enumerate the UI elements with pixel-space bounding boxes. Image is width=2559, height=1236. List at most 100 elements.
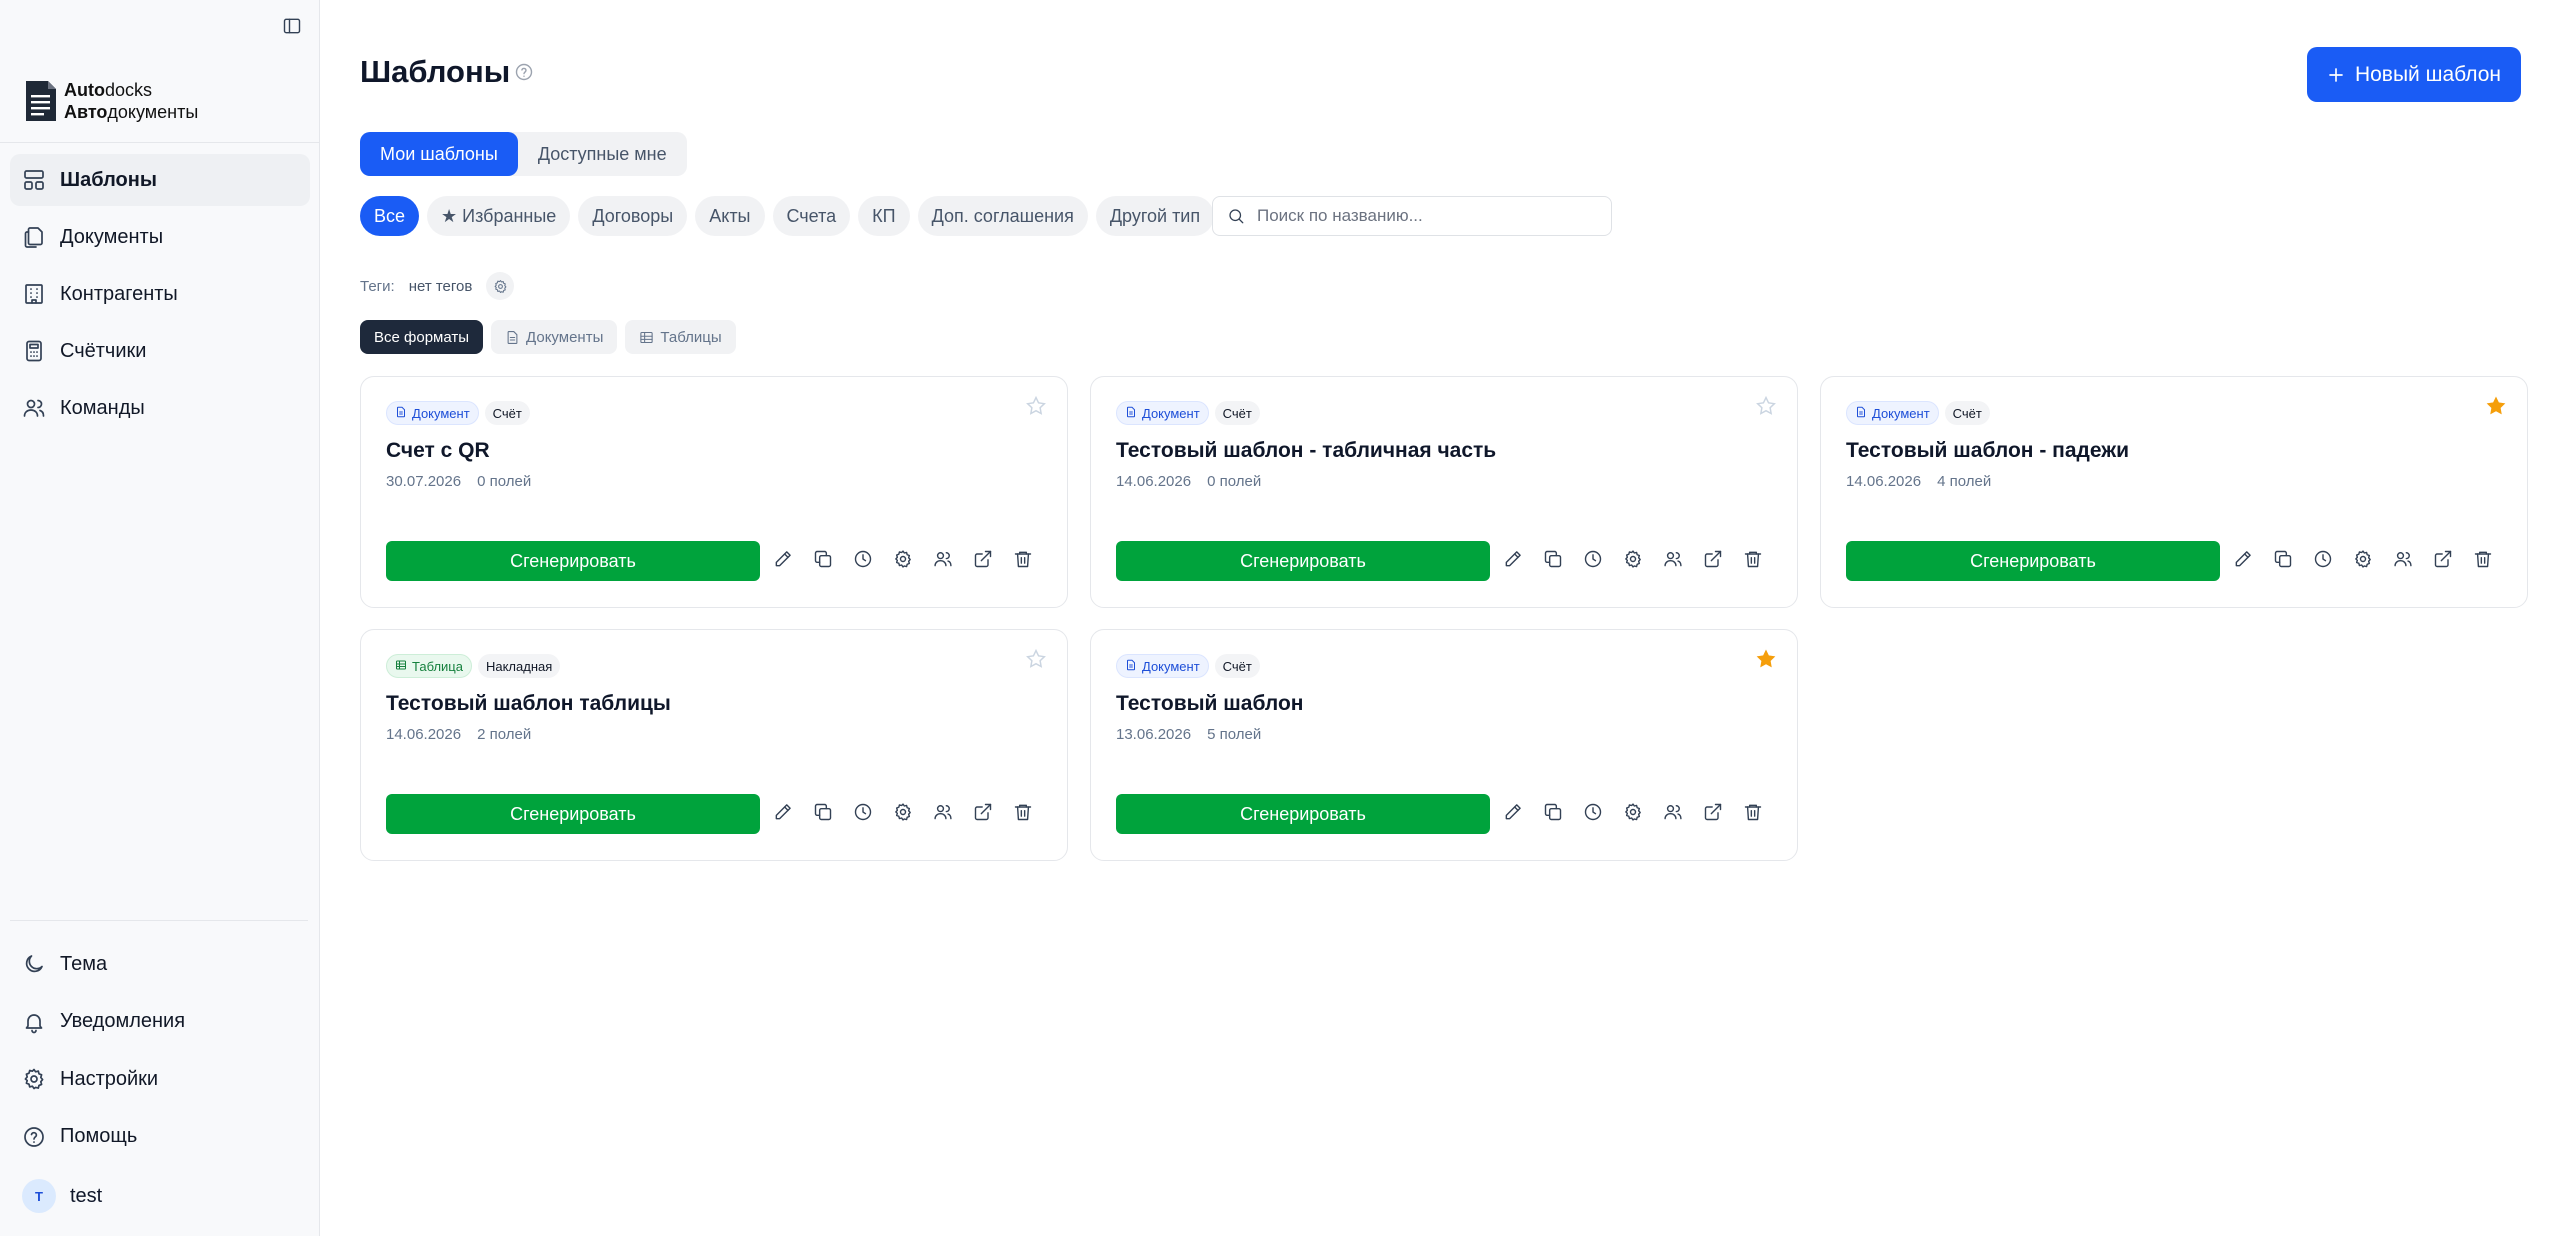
generate-button[interactable]: Сгенерировать xyxy=(1846,541,2220,581)
share-button[interactable] xyxy=(1662,801,1684,823)
tags-label: Теги: xyxy=(360,277,395,295)
format-label: Таблицы xyxy=(660,328,722,346)
nav-item-notifications[interactable]: Уведомления xyxy=(10,996,310,1048)
duplicate-button[interactable] xyxy=(2272,548,2294,570)
duplicate-button[interactable] xyxy=(1542,801,1564,823)
help-circle-icon[interactable] xyxy=(514,62,534,82)
tags-settings-button[interactable] xyxy=(486,272,515,300)
format-documents[interactable]: Документы xyxy=(491,320,618,354)
duplicate-button[interactable] xyxy=(812,548,834,570)
share-button[interactable] xyxy=(2392,548,2414,570)
type-badge: Счёт xyxy=(1214,654,1260,678)
settings-button[interactable] xyxy=(1622,548,1644,570)
share-button[interactable] xyxy=(932,548,954,570)
history-button[interactable] xyxy=(1582,801,1604,823)
card-fields-count: 0 полей xyxy=(477,473,532,490)
nav-item-templates[interactable]: Шаблоны xyxy=(10,154,310,206)
trash-icon xyxy=(2474,551,2492,568)
template-card[interactable]: Документ Счёт Тестовый шаблон - таблична… xyxy=(1090,376,1798,608)
filter-invoices[interactable]: Счета xyxy=(772,196,851,236)
generate-button[interactable]: Сгенерировать xyxy=(386,541,760,581)
card-badges: Документ Счёт xyxy=(1116,401,1260,425)
clock-icon xyxy=(1584,550,1602,568)
generate-button[interactable]: Сгенерировать xyxy=(386,794,760,834)
edit-button[interactable] xyxy=(2232,548,2254,570)
star-filled-icon[interactable] xyxy=(2485,395,2507,417)
app-logo[interactable]: Autodocks Автодокументы xyxy=(24,76,198,126)
settings-button[interactable] xyxy=(1622,801,1644,823)
nav-item-help[interactable]: Помощь xyxy=(10,1111,310,1163)
open-external-button[interactable] xyxy=(972,548,994,570)
duplicate-button[interactable] xyxy=(812,801,834,823)
nav-item-theme[interactable]: Тема xyxy=(10,938,310,990)
card-title: Тестовый шаблон таблицы xyxy=(386,692,671,715)
edit-button[interactable] xyxy=(772,548,794,570)
duplicate-button[interactable] xyxy=(1542,548,1564,570)
nav-label: Команды xyxy=(60,396,145,419)
edit-button[interactable] xyxy=(772,801,794,823)
history-button[interactable] xyxy=(2312,548,2334,570)
history-button[interactable] xyxy=(1582,548,1604,570)
card-date: 13.06.2026 xyxy=(1116,726,1192,743)
nav-label: Помощь xyxy=(60,1125,138,1147)
format-tables[interactable]: Таблицы xyxy=(625,320,736,354)
gear-icon xyxy=(1625,550,1641,568)
template-card[interactable]: Документ Счёт Счет с QR 30.07.2026 0 пол… xyxy=(360,376,1068,608)
nav-item-counterparties[interactable]: Контрагенты xyxy=(10,268,310,320)
search-icon xyxy=(1229,209,1244,224)
template-card[interactable]: Документ Счёт Тестовый шаблон 13.06.2026… xyxy=(1090,629,1798,861)
card-fields-count: 0 полей xyxy=(1207,473,1262,490)
star-icon[interactable] xyxy=(1025,648,1047,670)
nav-item-settings[interactable]: Настройки xyxy=(10,1053,310,1105)
template-card[interactable]: Таблица Накладная Тестовый шаблон таблиц… xyxy=(360,629,1068,861)
gear-icon xyxy=(24,1068,44,1090)
filter-all[interactable]: Все xyxy=(360,196,420,236)
history-button[interactable] xyxy=(852,548,874,570)
filter-other[interactable]: Другой тип xyxy=(1095,196,1215,236)
delete-button[interactable] xyxy=(1742,801,1764,823)
trash-icon xyxy=(1014,804,1032,821)
filter-acts[interactable]: Акты xyxy=(695,196,765,236)
delete-button[interactable] xyxy=(1012,548,1034,570)
delete-button[interactable] xyxy=(1742,548,1764,570)
settings-button[interactable] xyxy=(892,801,914,823)
open-external-button[interactable] xyxy=(1702,548,1724,570)
type-badge: Накладная xyxy=(477,654,561,678)
edit-button[interactable] xyxy=(1502,801,1524,823)
generate-button[interactable]: Сгенерировать xyxy=(1116,794,1490,834)
edit-button[interactable] xyxy=(1502,548,1524,570)
format-badge-label: Документ xyxy=(412,405,470,421)
star-filled-icon[interactable] xyxy=(1755,648,1777,670)
filter-contracts[interactable]: Договоры xyxy=(578,196,688,236)
format-all[interactable]: Все форматы xyxy=(360,320,484,354)
new-template-button[interactable]: Новый шаблон xyxy=(2306,47,2521,102)
tab-my-templates[interactable]: Мои шаблоны xyxy=(360,132,518,176)
format-label: Документы xyxy=(526,328,604,346)
nav-label: Документы xyxy=(60,225,164,248)
delete-button[interactable] xyxy=(1012,801,1034,823)
share-button[interactable] xyxy=(1662,548,1684,570)
open-external-button[interactable] xyxy=(972,801,994,823)
sidebar-toggle-icon[interactable] xyxy=(280,14,304,38)
search-input[interactable] xyxy=(1257,206,1597,226)
user-menu[interactable]: T test xyxy=(22,1179,102,1213)
filter-offers[interactable]: КП xyxy=(858,196,910,236)
filter-supplements[interactable]: Доп. соглашения xyxy=(917,196,1088,236)
nav-item-counters[interactable]: Счётчики xyxy=(10,325,310,377)
template-card[interactable]: Документ Счёт Тестовый шаблон - падежи 1… xyxy=(1820,376,2528,608)
history-button[interactable] xyxy=(852,801,874,823)
settings-button[interactable] xyxy=(2352,548,2374,570)
nav-item-documents[interactable]: Документы xyxy=(10,211,310,263)
settings-button[interactable] xyxy=(892,548,914,570)
star-icon[interactable] xyxy=(1025,395,1047,417)
nav-item-teams[interactable]: Команды xyxy=(10,382,310,434)
delete-button[interactable] xyxy=(2472,548,2494,570)
share-button[interactable] xyxy=(932,801,954,823)
filter-favorites[interactable]: ★ Избранные xyxy=(427,196,571,236)
open-external-button[interactable] xyxy=(1702,801,1724,823)
star-icon[interactable] xyxy=(1755,395,1777,417)
generate-button[interactable]: Сгенерировать xyxy=(1116,541,1490,581)
card-badges: Таблица Накладная xyxy=(386,654,561,678)
open-external-button[interactable] xyxy=(2432,548,2454,570)
tab-shared-with-me[interactable]: Доступные мне xyxy=(518,132,687,176)
